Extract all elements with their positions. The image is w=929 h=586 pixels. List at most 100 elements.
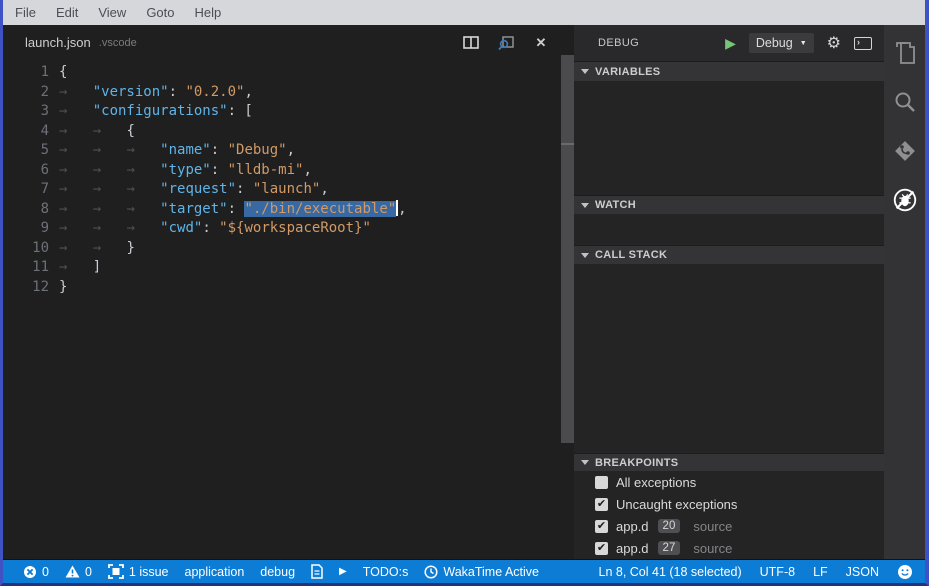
editor-pane: launch.json .vscode [3,25,561,559]
section-header-breakpoints[interactable]: BREAKPOINTS [574,453,884,471]
code-token: "type" [160,162,211,178]
code-line[interactable]: 1{ [3,63,561,83]
tab-whitespace-arrow-icon: → [126,181,160,197]
tab-whitespace-arrow-icon: → [93,240,127,256]
chevron-down-icon: ▼ [800,40,807,47]
section-header-watch[interactable]: WATCH [574,195,884,214]
line-number[interactable]: 5 [3,141,49,161]
code-token: "version" [93,84,169,100]
menu-help[interactable]: Help [185,5,232,20]
code-line[interactable]: 12} [3,278,561,298]
section-header-call-stack[interactable]: CALL STACK [574,245,884,264]
task-application[interactable]: application [185,565,245,579]
breakpoint-row[interactable]: All exceptions [574,471,884,493]
line-number[interactable]: 6 [3,161,49,181]
start-debug-icon[interactable]: ▶ [725,35,736,52]
file-task-icon[interactable] [311,564,323,579]
code-token: , [287,142,295,158]
menu-file[interactable]: File [5,5,46,20]
close-icon[interactable]: ✕ [531,33,551,53]
editor-scrollbar[interactable] [561,25,574,559]
split-editor-icon[interactable] [461,33,481,53]
line-number[interactable]: 4 [3,122,49,142]
breakpoint-label: Uncaught exceptions [616,497,737,512]
task-debug[interactable]: debug [260,565,295,579]
breakpoint-row[interactable]: ✔ Uncaught exceptions [574,493,884,515]
breakpoint-row[interactable]: ✔app.d27source [574,537,884,559]
code-line[interactable]: 5→ → → "name": "Debug", [3,141,561,161]
line-number[interactable]: 12 [3,278,49,298]
wakatime-indicator[interactable]: WakaTime Active [424,565,539,579]
code-line[interactable]: 7→ → → "request": "launch", [3,180,561,200]
line-number[interactable]: 9 [3,219,49,239]
line-number[interactable]: 7 [3,180,49,200]
code-line[interactable]: 2→ "version": "0.2.0", [3,83,561,103]
line-number[interactable]: 10 [3,239,49,259]
breakpoint-label: All exceptions [616,475,696,490]
code-line[interactable]: 4→ → { [3,122,561,142]
gear-icon[interactable]: ⚙ [827,33,841,53]
search-icon[interactable] [891,88,919,116]
tab-filename[interactable]: launch.json [25,35,91,50]
code-token: "Debug" [228,142,287,158]
error-count[interactable]: 0 [23,565,49,579]
code-token: "0.2.0" [185,84,244,100]
menu-view[interactable]: View [88,5,136,20]
debug-console-icon[interactable]: › [854,37,872,50]
menu-edit[interactable]: Edit [46,5,88,20]
code-line[interactable]: 9→ → → "cwd": "${workspaceRoot}" [3,219,561,239]
issues-indicator[interactable]: 1 issue [108,564,169,579]
code-line[interactable]: 3→ "configurations": [ [3,102,561,122]
warning-count[interactable]: 0 [65,565,92,579]
language-mode[interactable]: JSON [846,565,879,579]
code-line[interactable]: 10→ → } [3,239,561,259]
vscode-window: File Edit View Goto Help launch.json .vs… [0,0,929,586]
git-icon[interactable] [891,137,919,165]
open-preview-icon[interactable] [496,33,516,53]
code-token: : [169,84,186,100]
explorer-icon[interactable] [891,39,919,67]
debug-disabled-icon[interactable] [891,186,919,214]
launch-config-dropdown[interactable]: Debug ▼ [749,33,814,53]
code-line[interactable]: 8→ → → "target": "./bin/executable", [3,200,561,220]
watch-content [574,214,884,245]
section-header-variables[interactable]: VARIABLES [574,61,884,81]
encoding-indicator[interactable]: UTF-8 [760,565,795,579]
code-line[interactable]: 11→ ] [3,258,561,278]
code-token: { [59,64,67,80]
cursor-position[interactable]: Ln 8, Col 41 (18 selected) [599,565,742,579]
code-token: : [ [228,103,253,119]
tab-whitespace-arrow-icon: → [59,201,93,217]
line-number[interactable]: 8 [3,200,49,220]
code-line[interactable]: 6→ → → "type": "lldb-mi", [3,161,561,181]
code-token: "request" [160,181,236,197]
breakpoint-checkbox[interactable]: ✔ [595,498,608,511]
line-number[interactable]: 11 [3,258,49,278]
breakpoint-checkbox[interactable]: ✔ [595,520,608,533]
code-area[interactable]: 1{2→ "version": "0.2.0",3→ "configuratio… [3,60,561,559]
code-token: "name" [160,142,211,158]
menu-goto[interactable]: Goto [136,5,184,20]
code-token: { [126,123,134,139]
launch-config-label: Debug [756,36,793,50]
breakpoint-checkbox[interactable] [595,476,608,489]
breakpoint-source-note: source [693,519,732,534]
debug-panel-title: DEBUG [598,37,639,49]
breakpoint-checkbox[interactable]: ✔ [595,542,608,555]
call-stack-content [574,264,884,453]
line-number[interactable]: 1 [3,63,49,83]
breakpoint-row[interactable]: ✔app.d20source [574,515,884,537]
warning-icon [65,565,80,578]
tab-whitespace-arrow-icon: → [59,220,93,236]
run-task-icon[interactable]: ▶ [339,566,347,577]
eol-indicator[interactable]: LF [813,565,828,579]
code-token: "target" [160,201,227,217]
feedback-smiley-icon[interactable] [897,564,913,580]
code-token: "${workspaceRoot}" [219,220,371,236]
scrollbar-thumb[interactable] [561,55,574,443]
line-number[interactable]: 3 [3,102,49,122]
line-number[interactable]: 2 [3,83,49,103]
tab-whitespace-arrow-icon: → [59,142,93,158]
tab-whitespace-arrow-icon: → [59,103,93,119]
todo-indicator[interactable]: TODO:s [363,565,409,579]
